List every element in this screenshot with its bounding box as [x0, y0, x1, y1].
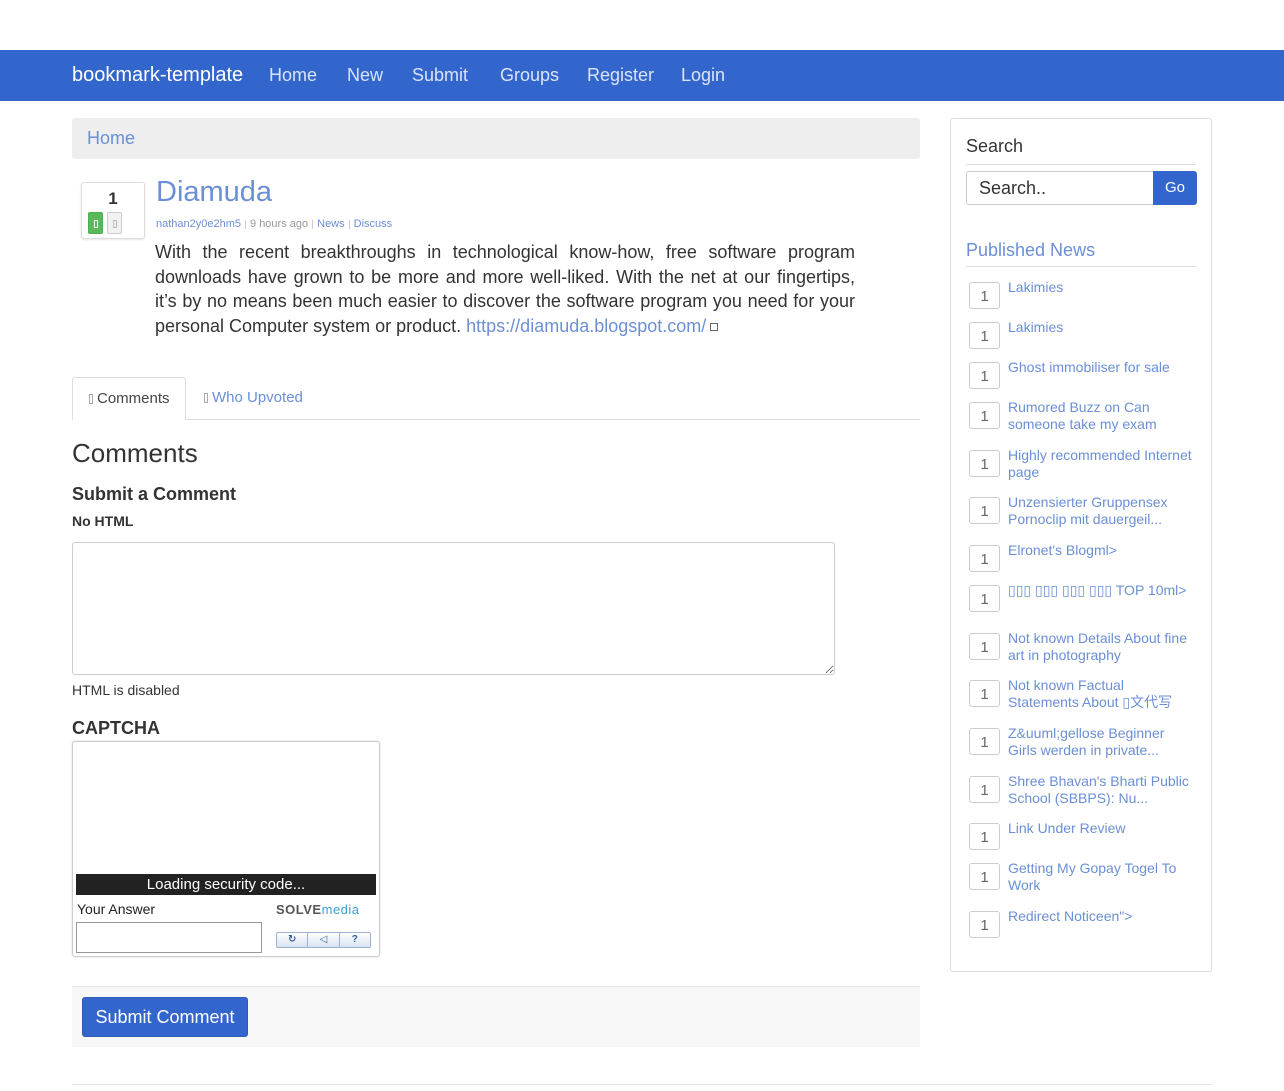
search-input[interactable]: Search..	[966, 171, 1154, 205]
vote-box: 1	[81, 182, 145, 239]
news-vote-count: 1	[969, 585, 1000, 612]
news-link[interactable]: Highly recommended Internet page	[1008, 447, 1196, 480]
news-link[interactable]: Rumored Buzz on Can someone take my exam	[1008, 399, 1196, 432]
footer-divider	[72, 1084, 1212, 1085]
post-time: 9 hours ago	[250, 218, 309, 230]
external-link-icon	[710, 322, 719, 331]
published-news-heading[interactable]: Published News	[966, 240, 1095, 261]
comment-icon	[89, 394, 93, 404]
nav-groups[interactable]: Groups	[500, 65, 559, 86]
comments-heading: Comments	[72, 438, 198, 468]
tab-comments[interactable]: Comments	[72, 377, 186, 420]
audio-icon[interactable]: ◁	[308, 933, 340, 947]
sidebar-search-heading: Search	[966, 136, 1024, 156]
comment-textarea[interactable]	[72, 542, 835, 675]
news-link[interactable]: Getting My Gopay Togel To Work	[1008, 860, 1196, 893]
refresh-icon[interactable]: ↻	[277, 933, 309, 947]
upvote-button[interactable]	[88, 212, 103, 234]
search-placeholder: Search..	[979, 178, 1047, 198]
news-vote-count: 1	[969, 545, 1000, 572]
post-author-link[interactable]: nathan2y0e2hm5	[156, 218, 241, 230]
news-vote-count: 1	[969, 823, 1000, 850]
news-vote-count: 1	[969, 911, 1000, 938]
post-title[interactable]: Diamuda	[156, 176, 272, 209]
post-meta: nathan2y0e2hm5 9 hours ago News Discuss	[156, 218, 392, 230]
tab-who-upvoted[interactable]: Who Upvoted	[204, 389, 303, 406]
news-vote-count: 1	[969, 402, 1000, 429]
news-vote-count: 1	[969, 282, 1000, 309]
news-link[interactable]: Redirect Noticeen">	[1008, 908, 1196, 925]
submit-row: Submit Comment	[72, 986, 920, 1047]
meta-separator	[348, 219, 350, 229]
solvemedia-logo: SOLVEmedia	[276, 902, 360, 917]
captcha-answer-input[interactable]	[76, 922, 262, 953]
meta-separator	[312, 219, 314, 229]
vote-count: 1	[108, 189, 118, 208]
news-link[interactable]: Not known Details About fine art in phot…	[1008, 630, 1196, 663]
post-discuss-link[interactable]: Discuss	[354, 218, 393, 230]
divider	[966, 266, 1196, 267]
post-url-link[interactable]: https://diamuda.blogspot.com/	[466, 316, 706, 336]
submit-comment-heading: Submit a Comment	[72, 484, 237, 504]
captcha-answer-label: Your Answer	[77, 901, 156, 917]
search-go-button[interactable]: Go	[1153, 171, 1197, 205]
nav-submit[interactable]: Submit	[412, 65, 468, 86]
post-body: With the recent breakthroughs in technol…	[155, 240, 855, 338]
nav-home[interactable]: Home	[269, 65, 317, 86]
news-link[interactable]: Not known Factual Statements About ▯文代写	[1008, 677, 1196, 710]
news-vote-count: 1	[969, 680, 1000, 707]
captcha-widget: Loading security code... Your Answer SOL…	[72, 741, 380, 957]
news-link[interactable]: Link Under Review	[1008, 820, 1196, 837]
news-vote-count: 1	[969, 497, 1000, 524]
news-link[interactable]: Shree Bhavan's Bharti Public School (SBB…	[1008, 773, 1196, 806]
captcha-heading: CAPTCHA	[72, 718, 160, 738]
submit-comment-button[interactable]: Submit Comment	[82, 997, 248, 1037]
news-vote-count: 1	[969, 728, 1000, 755]
breadcrumb-home-link[interactable]: Home	[87, 128, 135, 149]
tab-who-upvoted-label: Who Upvoted	[212, 389, 303, 406]
meta-separator	[245, 219, 247, 229]
news-vote-count: 1	[969, 322, 1000, 349]
captcha-loading-bar: Loading security code...	[76, 874, 376, 895]
news-link[interactable]: Z&uuml;gellose Beginner Girls werden in …	[1008, 725, 1196, 758]
brand-link[interactable]: bookmark-template	[72, 64, 243, 87]
post-tabs: Comments Who Upvoted	[72, 377, 920, 420]
html-disabled-note: HTML is disabled	[72, 682, 180, 698]
news-vote-count: 1	[969, 776, 1000, 803]
breadcrumb: Home	[72, 118, 920, 159]
nav-login[interactable]: Login	[681, 65, 725, 86]
nav-register[interactable]: Register	[587, 65, 654, 86]
news-link[interactable]: Unzensierter Gruppensex Pornoclip mit da…	[1008, 494, 1196, 527]
news-link[interactable]: ▯▯▯ ▯▯▯ ▯▯▯ ▯▯▯ TOP 10ml>	[1008, 582, 1196, 599]
help-icon[interactable]: ?	[340, 933, 370, 947]
news-vote-count: 1	[969, 450, 1000, 477]
news-link[interactable]: Ghost immobiliser for sale	[1008, 359, 1196, 376]
news-vote-count: 1	[969, 633, 1000, 660]
no-html-label: No HTML	[72, 513, 134, 529]
thumbs-down-icon	[113, 220, 117, 228]
divider	[966, 164, 1196, 165]
news-link[interactable]: Lakimies	[1008, 319, 1196, 336]
downvote-button[interactable]	[107, 212, 122, 234]
news-link[interactable]: Lakimies	[1008, 279, 1196, 296]
tab-comments-label: Comments	[97, 390, 170, 407]
thumbs-up-icon	[204, 393, 208, 403]
top-navbar: bookmark-template Home New Submit Groups…	[0, 50, 1284, 101]
captcha-controls: ↻ ◁ ?	[276, 932, 371, 948]
nav-new[interactable]: New	[347, 65, 383, 86]
news-link[interactable]: Elronet's Blogml>	[1008, 542, 1196, 559]
post-category-link[interactable]: News	[317, 218, 345, 230]
thumbs-up-icon	[94, 220, 98, 228]
news-vote-count: 1	[969, 863, 1000, 890]
news-vote-count: 1	[969, 362, 1000, 389]
sidebar: Search Search.. Go Published News 1 Lakim…	[950, 118, 1212, 972]
